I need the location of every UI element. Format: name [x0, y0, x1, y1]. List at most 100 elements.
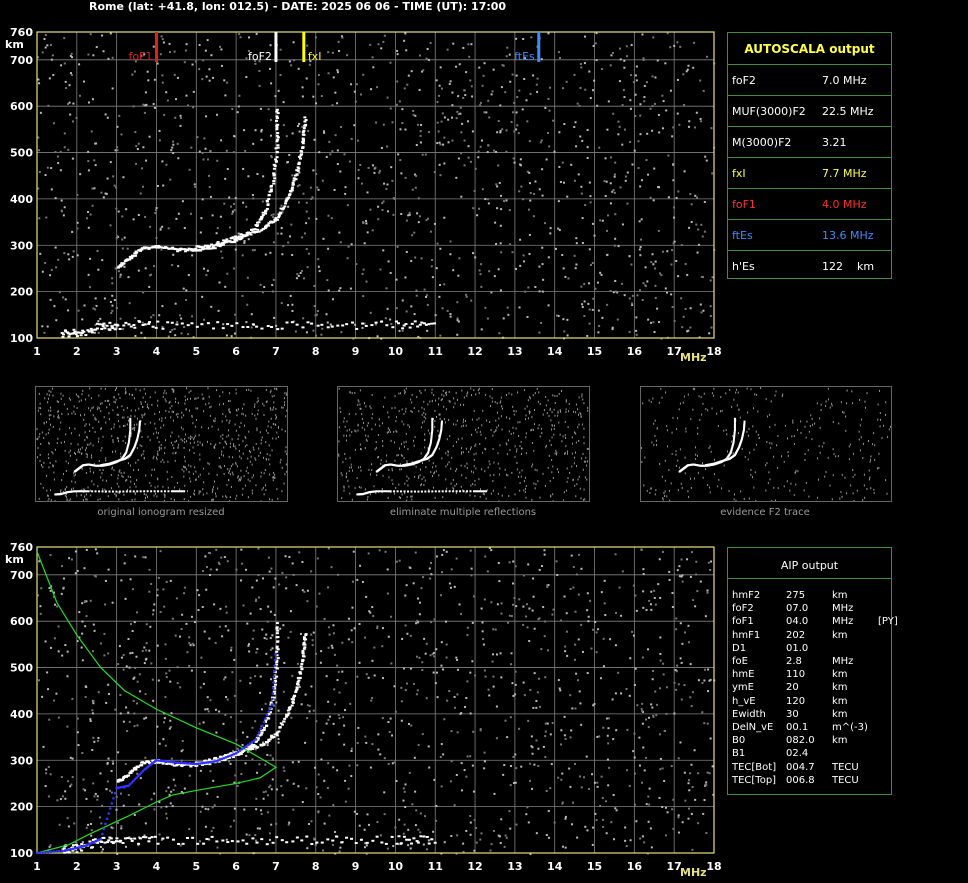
noise-dot	[120, 656, 123, 659]
noise-dot	[614, 692, 617, 695]
noise-dot	[637, 140, 640, 143]
noise-dot	[306, 704, 309, 707]
noise-dot	[293, 59, 296, 62]
trace-point	[132, 323, 136, 326]
y-tick-label: 500	[10, 662, 33, 675]
noise-dot	[257, 574, 260, 577]
noise-dot	[536, 691, 539, 694]
noise-dot	[419, 812, 422, 815]
noise-dot	[642, 57, 645, 60]
noise-dot	[490, 93, 493, 96]
noise-dot	[402, 799, 405, 802]
thumb-noise	[222, 433, 224, 436]
noise-dot	[523, 694, 526, 697]
thumb-noise	[266, 458, 268, 461]
noise-dot	[396, 245, 399, 248]
thumb-noise	[237, 438, 239, 441]
noise-dot	[607, 742, 610, 745]
noise-dot	[606, 128, 609, 131]
noise-dot	[118, 645, 121, 648]
thumb-noise	[49, 461, 51, 464]
thumb-noise	[253, 448, 255, 451]
trace-point	[280, 723, 284, 726]
thumb-noise	[107, 495, 109, 498]
thumb-noise	[40, 413, 42, 416]
thumb-noise	[258, 447, 260, 450]
noise-dot	[639, 114, 642, 117]
marker-ftEs	[537, 32, 541, 62]
noise-dot	[645, 803, 648, 806]
thumb-noise	[153, 494, 155, 497]
noise-dot	[419, 831, 422, 834]
noise-dot	[524, 290, 527, 293]
noise-dot	[320, 333, 323, 336]
noise-dot	[245, 76, 248, 79]
noise-dot	[421, 661, 424, 664]
noise-dot	[704, 615, 707, 618]
noise-dot	[506, 736, 509, 739]
x-tick-label: 3	[113, 345, 121, 358]
noise-dot	[328, 633, 331, 636]
noise-dot	[463, 706, 466, 709]
thumb-noise	[281, 466, 283, 469]
noise-dot	[268, 570, 271, 573]
thumb-noise	[125, 390, 127, 393]
noise-dot	[260, 138, 263, 141]
trace-point	[82, 330, 86, 333]
trace-point	[166, 836, 170, 839]
x-tick-label: 11	[428, 860, 443, 873]
thumb-noise	[113, 426, 115, 429]
thumb-noise	[97, 406, 99, 409]
thumb-noise	[132, 394, 134, 397]
autoscala-value: 4.0 MHz	[822, 198, 867, 211]
noise-dot	[97, 268, 100, 271]
trace-point	[207, 759, 211, 762]
noise-dot	[87, 226, 90, 229]
aip-cell: 004.7	[786, 761, 815, 773]
noise-dot	[241, 254, 244, 257]
noise-dot	[564, 846, 567, 849]
thumb-noise	[133, 469, 135, 472]
noise-dot	[428, 567, 431, 570]
noise-dot	[690, 705, 693, 708]
noise-dot	[246, 735, 249, 738]
noise-dot	[265, 633, 268, 636]
noise-dot	[209, 770, 212, 773]
noise-dot	[226, 272, 229, 275]
noise-dot	[270, 214, 273, 217]
noise-dot	[484, 555, 487, 558]
noise-dot	[148, 285, 151, 288]
noise-dot	[562, 318, 565, 321]
noise-dot	[432, 651, 435, 654]
thumb-noise	[115, 494, 117, 497]
aip-cell: MHz	[832, 616, 854, 628]
thumb-noise	[228, 470, 230, 473]
noise-dot	[113, 184, 116, 187]
noise-dot	[641, 298, 644, 301]
noise-dot	[63, 62, 66, 65]
noise-dot	[678, 575, 681, 578]
noise-dot	[405, 310, 408, 313]
trace-point	[270, 325, 274, 328]
thumb-noise	[78, 434, 80, 437]
thumb-noise	[190, 465, 192, 468]
noise-dot	[251, 249, 254, 252]
thumb-noise	[70, 432, 72, 435]
noise-dot	[220, 48, 223, 51]
noise-dot	[366, 231, 369, 234]
thumb-noise	[273, 471, 275, 474]
noise-dot	[418, 54, 421, 57]
noise-dot	[702, 309, 705, 312]
noise-dot	[188, 642, 191, 645]
noise-dot	[515, 823, 518, 826]
noise-dot	[449, 586, 452, 589]
noise-dot	[429, 230, 432, 233]
noise-dot	[658, 321, 661, 324]
thumb-noise	[40, 443, 42, 446]
noise-dot	[243, 241, 246, 244]
noise-dot	[385, 187, 388, 190]
trace-point	[213, 247, 217, 250]
noise-dot	[501, 128, 504, 131]
noise-dot	[68, 557, 71, 560]
thumb-noise	[259, 431, 261, 434]
